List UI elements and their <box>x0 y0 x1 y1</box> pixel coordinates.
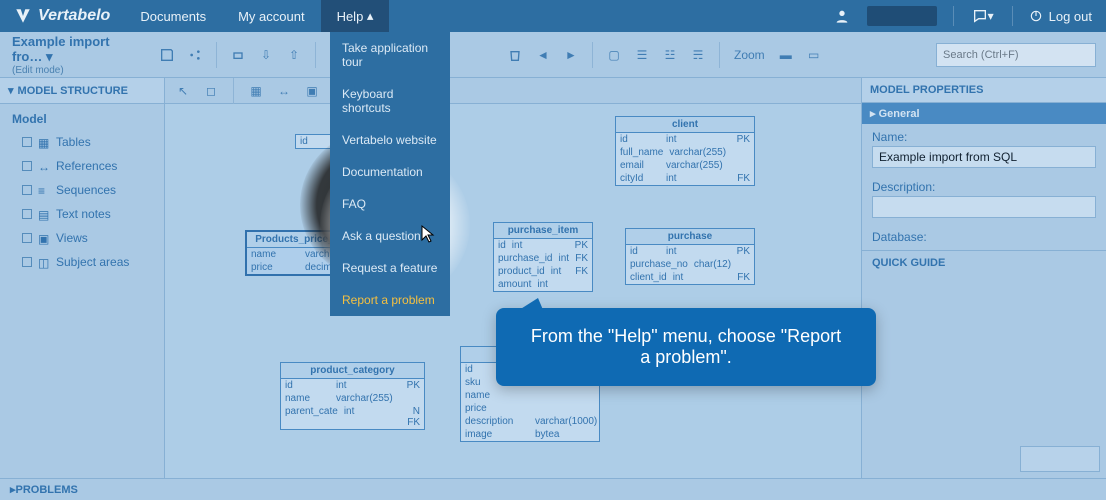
help-faq[interactable]: FAQ <box>330 188 450 220</box>
table-tool-icon[interactable]: ▦ <box>244 79 268 103</box>
import-icon[interactable]: ⇧ <box>281 42 307 68</box>
logo-icon <box>14 7 32 25</box>
minimap[interactable] <box>1020 446 1100 472</box>
logo: Vertabelo <box>0 7 124 25</box>
tree-sequences[interactable]: ≡Sequences <box>0 178 164 202</box>
help-feature[interactable]: Request a feature <box>330 252 450 284</box>
zoom-100-icon[interactable]: ▭ <box>801 42 827 68</box>
print-icon[interactable] <box>225 42 251 68</box>
doc-title: Example import fro… <box>12 34 110 64</box>
help-report[interactable]: Report a problem <box>330 284 450 316</box>
top-nav: Vertabelo Documents My account Help ▴ ▾ … <box>0 0 1106 32</box>
help-dropdown: Take application tour Keyboard shortcuts… <box>330 32 450 316</box>
marquee-tool-icon[interactable]: ◻ <box>199 79 223 103</box>
tree-references[interactable]: ↔References <box>0 154 164 178</box>
power-icon <box>1029 9 1043 23</box>
export-icon[interactable]: ⇩ <box>253 42 279 68</box>
user-icon[interactable] <box>829 3 855 29</box>
tree-tables[interactable]: ▦Tables <box>0 130 164 154</box>
prop-name: Name: <box>862 124 1106 174</box>
nav-myaccount[interactable]: My account <box>222 0 320 32</box>
tree-subjectareas[interactable]: ◫Subject areas <box>0 250 164 274</box>
prop-name-label: Name: <box>872 130 907 144</box>
diagram-canvas[interactable]: id client idintPK full_namevarchar(255) … <box>165 104 861 478</box>
nav-help[interactable]: Help ▴ <box>321 0 390 32</box>
prop-db: Database: <box>862 224 1106 250</box>
entity-product-category-title: product_category <box>281 363 424 379</box>
align2-icon[interactable]: ☰ <box>629 42 655 68</box>
entity-purchase-title: purchase <box>626 229 754 245</box>
left-panel: ▾ MODEL STRUCTURE Model ▦Tables ↔Referen… <box>0 78 165 478</box>
save-icon[interactable] <box>154 42 180 68</box>
zoom-fit-icon[interactable]: ▬ <box>773 42 799 68</box>
canvas-toolstrip: ↖ ◻ ▦ ↔ ▣ ◫ <box>165 78 861 104</box>
tree-root[interactable]: Model <box>0 108 164 130</box>
help-tour[interactable]: Take application tour <box>330 32 450 78</box>
tutorial-callout: From the "Help" menu, choose "Report a p… <box>496 308 876 386</box>
tree-textnotes[interactable]: ▤Text notes <box>0 202 164 226</box>
doc-name[interactable]: Example import fro… ▾ (Edit mode) <box>0 28 150 82</box>
view-tool-icon[interactable]: ▣ <box>300 79 324 103</box>
help-website[interactable]: Vertabelo website <box>330 124 450 156</box>
align3-icon[interactable]: ☳ <box>657 42 683 68</box>
search-input[interactable] <box>936 43 1096 67</box>
nav-documents[interactable]: Documents <box>124 0 222 32</box>
bottom-bar[interactable]: ▸ PROBLEMS <box>0 478 1106 500</box>
prop-db-label: Database: <box>872 230 927 244</box>
entity-product-category[interactable]: product_category idintPK namevarchar(255… <box>280 362 425 430</box>
search-wrap <box>936 43 1096 67</box>
right-header: MODEL PROPERTIES <box>862 78 1106 103</box>
brand-text: Vertabelo <box>38 7 110 25</box>
prop-name-input[interactable] <box>872 146 1096 168</box>
prop-desc-input[interactable] <box>872 196 1096 218</box>
pointer-tool-icon[interactable]: ↖ <box>171 79 195 103</box>
problems-label: PROBLEMS <box>16 484 78 496</box>
chat-icon[interactable]: ▾ <box>970 3 996 29</box>
prop-desc-label: Description: <box>872 180 935 194</box>
doc-mode: (Edit mode) <box>12 65 138 76</box>
share-icon[interactable] <box>182 42 208 68</box>
help-shortcuts[interactable]: Keyboard shortcuts <box>330 78 450 124</box>
tree-views[interactable]: ▣Views <box>0 226 164 250</box>
nav-right: ▾ Log out <box>829 3 1106 29</box>
right-panel: MODEL PROPERTIES ▸ General Name: Descrip… <box>861 78 1106 478</box>
entity-client-title: client <box>616 117 754 133</box>
redo-icon[interactable]: ► <box>558 42 584 68</box>
align1-icon[interactable]: ▢ <box>601 42 627 68</box>
help-docs[interactable]: Documentation <box>330 156 450 188</box>
section-general[interactable]: ▸ General <box>862 103 1106 124</box>
undo-icon[interactable]: ◄ <box>530 42 556 68</box>
left-header[interactable]: ▾ MODEL STRUCTURE <box>0 78 164 104</box>
entity-purchase-item-title: purchase_item <box>494 223 592 239</box>
entity-purchase[interactable]: purchase idintPK purchase_nochar(12) cli… <box>625 228 755 285</box>
prop-desc: Description: <box>862 174 1106 224</box>
zoom-label: Zoom <box>734 48 765 62</box>
logout-label: Log out <box>1049 9 1092 24</box>
align4-icon[interactable]: ☴ <box>685 42 711 68</box>
cursor-icon <box>420 224 436 244</box>
quick-guide-header[interactable]: QUICK GUIDE <box>862 250 1106 275</box>
logout-button[interactable]: Log out <box>1029 9 1092 24</box>
nav-help-label: Help <box>337 9 364 24</box>
user-name-block[interactable] <box>867 6 937 26</box>
delete-icon[interactable] <box>502 42 528 68</box>
ref-tool-icon[interactable]: ↔ <box>272 79 296 103</box>
doc-toolbar: Example import fro… ▾ (Edit mode) ⇩ ⇧ ▣ … <box>0 32 1106 78</box>
entity-client[interactable]: client idintPK full_namevarchar(255) ema… <box>615 116 755 186</box>
